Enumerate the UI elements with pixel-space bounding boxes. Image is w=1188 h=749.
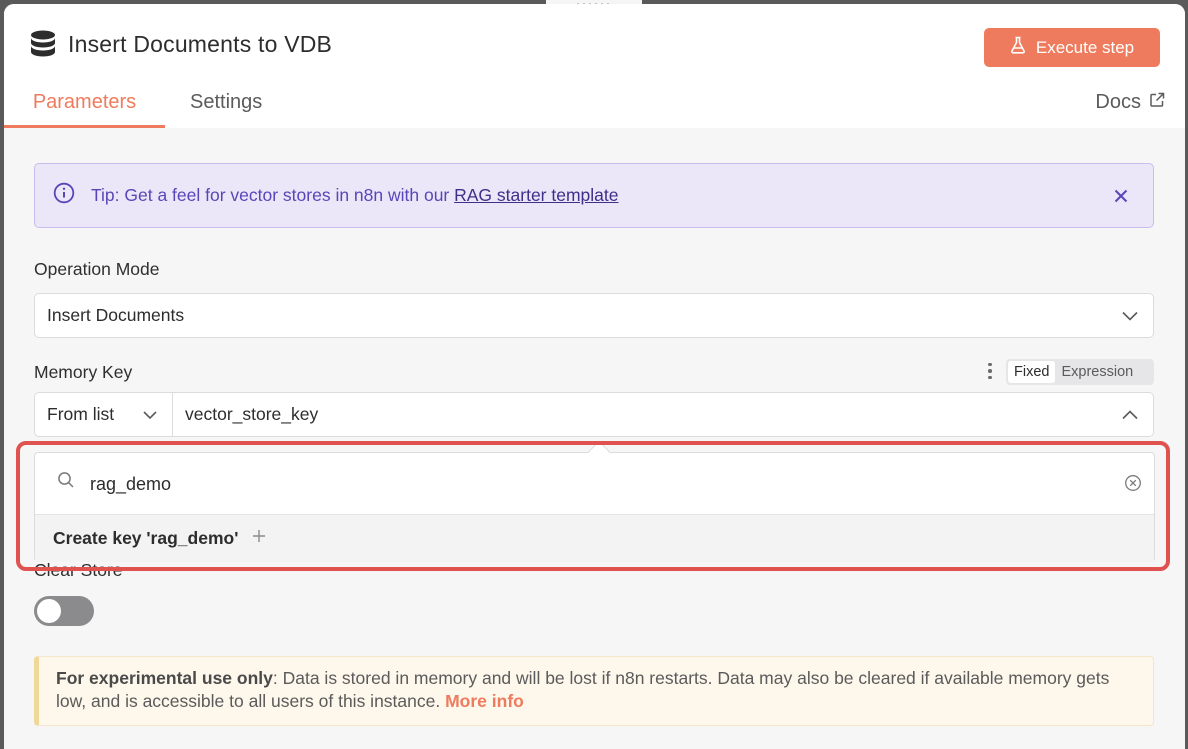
chevron-down-icon [142, 407, 158, 428]
flask-icon [1010, 36, 1026, 59]
memory-key-value: vector_store_key [185, 404, 319, 424]
fixed-expression-toggle: Fixed Expression [1006, 359, 1154, 385]
close-icon[interactable] [1109, 184, 1133, 208]
tip-callout: Tip: Get a feel for vector stores in n8n… [34, 163, 1154, 228]
more-info-link[interactable]: More info [445, 691, 524, 711]
node-title: Insert Documents to VDB [68, 30, 333, 57]
tab-parameters[interactable]: Parameters [4, 86, 165, 128]
dropdown-search [35, 453, 1154, 514]
memory-key-select[interactable]: vector_store_key [173, 392, 1154, 437]
clear-search-icon[interactable] [1124, 474, 1142, 497]
fixed-option[interactable]: Fixed [1008, 361, 1056, 383]
tab-settings[interactable]: Settings [190, 86, 262, 128]
tab-docs[interactable]: Docs [1095, 86, 1165, 128]
memory-key-dropdown: Create key 'rag_demo' [34, 452, 1155, 562]
tip-text: Tip: Get a feel for vector stores in n8n… [91, 185, 619, 206]
dropdown-search-input[interactable] [90, 469, 1070, 499]
parameters-content: Tip: Get a feel for vector stores in n8n… [4, 128, 1185, 749]
memory-key-label: Memory Key [34, 362, 133, 382]
expression-option[interactable]: Expression [1055, 361, 1139, 383]
experimental-warning: For experimental use only: Data is store… [34, 656, 1154, 726]
external-link-icon [1149, 91, 1165, 114]
create-key-label: Create key 'rag_demo' [53, 528, 239, 548]
chevron-up-icon [1121, 406, 1139, 429]
toggle-knob [37, 599, 61, 623]
tab-bar: Parameters Settings Docs [4, 86, 1185, 128]
resource-mode-select[interactable]: From list [34, 392, 173, 437]
warning-title: For experimental use only [56, 668, 273, 688]
tip-message: Tip: Get a feel for vector stores in n8n… [91, 185, 455, 205]
node-panel: Insert Documents to VDB Execute step Par… [4, 4, 1185, 749]
rag-template-link[interactable]: RAG starter template [454, 185, 618, 205]
clear-store-label: Clear Store [34, 560, 123, 580]
chevron-down-icon [1121, 307, 1139, 330]
info-icon [53, 182, 75, 209]
operation-mode-label: Operation Mode [34, 259, 160, 279]
memory-key-row: From list vector_store_key [34, 392, 1154, 437]
plus-icon [252, 529, 266, 548]
resource-mode-value: From list [47, 404, 115, 424]
docs-label: Docs [1095, 91, 1141, 113]
database-icon [30, 30, 56, 58]
execute-step-label: Execute step [1035, 37, 1135, 57]
options-menu-icon[interactable] [985, 361, 995, 381]
title-row: Insert Documents to VDB [30, 30, 332, 58]
create-key-option[interactable]: Create key 'rag_demo' [35, 514, 1154, 562]
execute-step-button[interactable]: Execute step [984, 28, 1160, 67]
search-icon [57, 471, 75, 494]
operation-mode-select[interactable]: Insert Documents [34, 293, 1154, 338]
clear-store-toggle[interactable] [34, 596, 94, 626]
operation-mode-value: Insert Documents [47, 305, 185, 325]
panel-header: Insert Documents to VDB Execute step Par… [4, 4, 1185, 128]
